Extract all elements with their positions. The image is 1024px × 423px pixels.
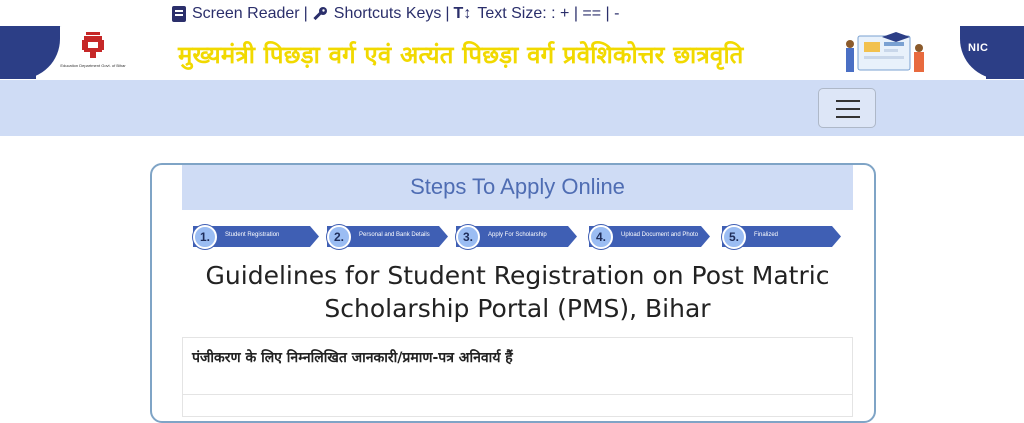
- step-label: Apply For Scholarship: [488, 232, 547, 238]
- accessibility-links: Screen Reader | Shortcuts Keys | T↕ Text…: [172, 3, 619, 25]
- step-label: Student Registration: [225, 232, 280, 238]
- step-number: 5.: [722, 225, 746, 249]
- hamburger-icon: [836, 116, 860, 118]
- step-4[interactable]: 4. Upload Document and Photo: [589, 225, 710, 249]
- step-number: 3.: [456, 225, 480, 249]
- step-5[interactable]: 5. Finalized: [722, 225, 841, 249]
- step-3[interactable]: 3. Apply For Scholarship: [456, 225, 577, 249]
- hamburger-icon: [836, 108, 860, 110]
- step-number: 2.: [327, 225, 351, 249]
- shortcuts-link[interactable]: Shortcuts Keys: [334, 5, 442, 23]
- step-label: Personal and Bank Details: [359, 232, 430, 238]
- separator: |: [303, 5, 308, 22]
- nic-logo[interactable]: NIC: [968, 42, 988, 54]
- screen-reader-link[interactable]: Screen Reader: [192, 5, 300, 23]
- step-1[interactable]: 1. Student Registration: [193, 225, 319, 249]
- step-label: Upload Document and Photo: [621, 232, 699, 238]
- text-size-controls[interactable]: Text Size: : + | == | -: [477, 5, 619, 23]
- emblem-caption: Education Department Govt. of Bihar: [60, 63, 126, 68]
- scholarship-illustration-icon: [846, 32, 924, 72]
- step-number: 1.: [193, 225, 217, 249]
- step-2[interactable]: 2. Personal and Bank Details: [327, 225, 448, 249]
- key-icon: [313, 7, 327, 21]
- page-title: मुख्यमंत्री पिछड़ा वर्ग एवं अत्यंत पिछड़…: [178, 41, 744, 69]
- step-label: Finalized: [754, 232, 779, 238]
- text-size-icon: T↕: [453, 5, 472, 22]
- bihar-emblem-icon[interactable]: [62, 30, 124, 78]
- separator: |: [445, 5, 450, 22]
- step-number: 4.: [589, 225, 613, 249]
- screen-reader-icon: [172, 6, 186, 22]
- guidelines-heading: Guidelines for Student Registration on P…: [182, 259, 853, 325]
- card-title: Steps To Apply Online: [410, 174, 625, 199]
- guidelines-heading-line-1: Guidelines for Student Registration on P…: [205, 261, 830, 290]
- menu-toggle-button[interactable]: [818, 88, 876, 128]
- hamburger-icon: [836, 100, 860, 102]
- guidelines-heading-line-2: Scholarship Portal (PMS), Bihar: [324, 294, 711, 323]
- accessibility-bar: Screen Reader | Shortcuts Keys | T↕ Text…: [0, 0, 1024, 26]
- table-divider: [182, 394, 853, 395]
- requirements-heading: पंजीकरण के लिए निम्नलिखित जानकारी/प्रमाण…: [192, 350, 513, 366]
